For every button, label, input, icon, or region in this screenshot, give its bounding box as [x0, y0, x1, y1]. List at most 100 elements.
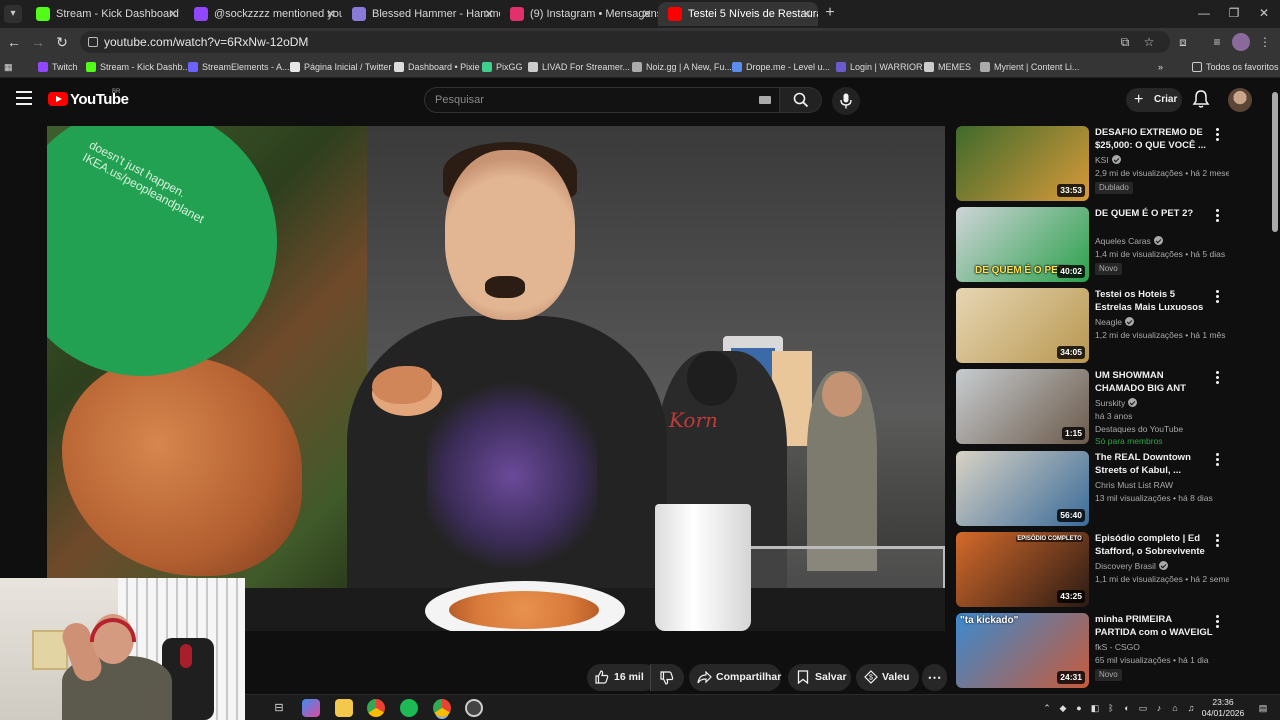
channel-name[interactable]: fkS - CSGO	[1095, 642, 1140, 652]
tray-app2-icon[interactable]: ◐	[1121, 702, 1133, 714]
video-thumbnail[interactable]: 33:53	[956, 126, 1089, 201]
search-input[interactable]	[435, 88, 755, 112]
bookmark-item[interactable]: Twitch	[36, 58, 78, 76]
browser-tab[interactable]: Blessed Hammer - Hammerkun✕	[342, 2, 500, 26]
video-title[interactable]: DE QUEM É O PET 2?	[1095, 207, 1213, 220]
video-options-icon[interactable]	[1214, 615, 1220, 629]
url-text[interactable]: youtube.com/watch?v=6RxNw-12oDM	[104, 31, 308, 53]
copilot-icon[interactable]	[302, 699, 320, 717]
taskbar-clock[interactable]: 23:36 04/01/2026	[1199, 697, 1247, 719]
site-info-icon[interactable]	[88, 37, 98, 47]
all-bookmarks-button[interactable]: Todos os favoritos	[1190, 58, 1279, 76]
close-window-icon[interactable]: ✕	[1250, 3, 1278, 23]
spotify-icon[interactable]	[400, 699, 418, 717]
tab-search-button[interactable]: ▾	[4, 5, 22, 23]
video-options-icon[interactable]	[1214, 371, 1220, 385]
search-button[interactable]	[780, 87, 822, 113]
dislike-button[interactable]	[650, 664, 684, 691]
media-controls-icon[interactable]: ≡	[1208, 33, 1226, 51]
close-tab-icon[interactable]: ✕	[802, 2, 812, 26]
browser-menu-icon[interactable]: ⋮	[1256, 33, 1274, 51]
browser-tab[interactable]: Testei 5 Níveis de Restaurantes✕	[658, 2, 818, 26]
video-thumbnail[interactable]: "ta kickado" 24:31	[956, 613, 1089, 688]
channel-name[interactable]: Neagle	[1095, 317, 1134, 327]
bookmark-item[interactable]: Drope.me - Level u...	[730, 58, 830, 76]
close-tab-icon[interactable]: ✕	[484, 2, 494, 26]
tray-mic-icon[interactable]: ♪	[1153, 702, 1165, 714]
video-options-icon[interactable]	[1214, 209, 1220, 223]
bookmark-item[interactable]: MEMES	[922, 58, 971, 76]
tray-twitch-icon[interactable]: ◧	[1089, 702, 1101, 714]
back-icon[interactable]: ←	[4, 32, 24, 52]
like-button[interactable]: 16 mil	[587, 664, 657, 691]
bookmark-item[interactable]: PixGG	[480, 58, 523, 76]
browser-tab[interactable]: @sockzzzz mentioned you ✕	[184, 2, 342, 26]
profile-icon[interactable]	[1232, 33, 1250, 51]
apps-grid-icon[interactable]: ▦	[4, 58, 20, 76]
close-tab-icon[interactable]: ✕	[642, 2, 652, 26]
video-options-icon[interactable]	[1214, 534, 1220, 548]
video-options-icon[interactable]	[1214, 290, 1220, 304]
task-view-icon[interactable]: ⊟	[270, 699, 288, 717]
video-title[interactable]: DESAFIO EXTREMO DE $25,000: O QUE VOCÊ .…	[1095, 126, 1213, 152]
tray-bluetooth-icon[interactable]: ᛒ	[1105, 702, 1117, 714]
close-tab-icon[interactable]: ✕	[326, 2, 336, 26]
browser-tab[interactable]: Stream - Kick Dashboard ✕	[26, 2, 184, 26]
account-avatar[interactable]	[1228, 88, 1252, 112]
extensions-icon[interactable]: ⧈	[1174, 33, 1192, 51]
volume-icon[interactable]: ♫	[1185, 702, 1197, 714]
channel-name[interactable]: KSI	[1095, 155, 1121, 165]
obs-icon[interactable]	[465, 699, 483, 717]
video-thumbnail[interactable]: 1:15	[956, 369, 1089, 444]
channel-name[interactable]: Chris Must List RAW	[1095, 480, 1173, 490]
tray-overflow-icon[interactable]: ⌃	[1041, 702, 1053, 714]
keyboard-icon[interactable]	[759, 96, 771, 104]
more-bookmarks-icon[interactable]: »	[1158, 58, 1163, 76]
menu-icon[interactable]	[16, 91, 32, 105]
bookmark-item[interactable]: Myrient | Content Li...	[978, 58, 1079, 76]
notifications-bell-icon[interactable]	[1192, 89, 1210, 109]
file-explorer-icon[interactable]	[335, 699, 353, 717]
recommended-video[interactable]: "ta kickado" 24:31 minha PRIMEIRA PARTIDA …	[956, 613, 1268, 691]
recommended-video[interactable]: 33:53 DESAFIO EXTREMO DE $25,000: O QUE V…	[956, 126, 1268, 204]
bookmark-item[interactable]: LIVAD For Streamer...	[526, 58, 630, 76]
video-thumbnail[interactable]: 56:40	[956, 451, 1089, 526]
tray-app-icon[interactable]: ◆	[1057, 702, 1069, 714]
share-button[interactable]: Compartilhar	[689, 664, 781, 691]
recommended-video[interactable]: DE QUEM É O PET? 40:02 DE QUEM É O PET 2? A…	[956, 207, 1268, 285]
bookmark-item[interactable]: Stream - Kick Dashb...	[84, 58, 190, 76]
notification-center-icon[interactable]: ▤	[1257, 702, 1269, 714]
video-player[interactable]: doesn't just happen. IKEA.us/peopleandpl…	[47, 126, 945, 631]
voice-search-button[interactable]	[832, 87, 860, 115]
tray-display-icon[interactable]: ▭	[1137, 702, 1149, 714]
bookmark-item[interactable]: Noiz.gg | A New, Fu...	[630, 58, 732, 76]
video-thumbnail[interactable]: DE QUEM É O PET? 40:02	[956, 207, 1089, 282]
recommended-video[interactable]: EPISÓDIO COMPLETO 43:25 Episódio completo …	[956, 532, 1268, 610]
tray-discord-icon[interactable]: ●	[1073, 702, 1085, 714]
thanks-button[interactable]: $ Valeu	[856, 664, 919, 691]
video-title[interactable]: Episódio completo | Ed Stafford, o Sobre…	[1095, 532, 1213, 559]
bookmark-item[interactable]: StreamElements - A...	[186, 58, 290, 76]
close-tab-icon[interactable]: ✕	[168, 2, 178, 26]
new-tab-button[interactable]: +	[820, 3, 840, 23]
video-options-icon[interactable]	[1214, 453, 1220, 467]
channel-name[interactable]: Surskity	[1095, 398, 1138, 408]
bookmark-item[interactable]: Página Inicial / Twitter	[288, 58, 391, 76]
save-button[interactable]: Salvar	[788, 664, 851, 691]
channel-name[interactable]: Aqueles Caras	[1095, 236, 1163, 246]
page-scrollbar[interactable]	[1272, 92, 1278, 232]
forward-icon[interactable]: →	[28, 32, 48, 52]
video-options-icon[interactable]	[1214, 128, 1220, 142]
cast-icon[interactable]: ⧉	[1116, 33, 1134, 51]
video-thumbnail[interactable]: EPISÓDIO COMPLETO 43:25	[956, 532, 1089, 607]
recommended-video[interactable]: 34:05 Testei os Hoteis 5 Estrelas Mais Lu…	[956, 288, 1268, 366]
recommended-video[interactable]: 1:15 UM SHOWMAN CHAMADO BIG ANT Surskity há…	[956, 369, 1268, 447]
bookmark-item[interactable]: Dashboard • Pixie	[392, 58, 480, 76]
chrome-icon[interactable]	[367, 699, 385, 717]
browser-tab[interactable]: (9) Instagram • Mensagens ✕	[500, 2, 658, 26]
more-actions-icon[interactable]: ⋯	[922, 664, 947, 691]
reload-icon[interactable]: ↻	[52, 32, 72, 52]
address-bar[interactable]: youtube.com/watch?v=6RxNw-12oDM ⧉ ☆	[80, 31, 1170, 53]
video-title[interactable]: minha PRIMEIRA PARTIDA com o WAVEIGL dep…	[1095, 613, 1213, 640]
network-icon[interactable]: ⌂	[1169, 702, 1181, 714]
